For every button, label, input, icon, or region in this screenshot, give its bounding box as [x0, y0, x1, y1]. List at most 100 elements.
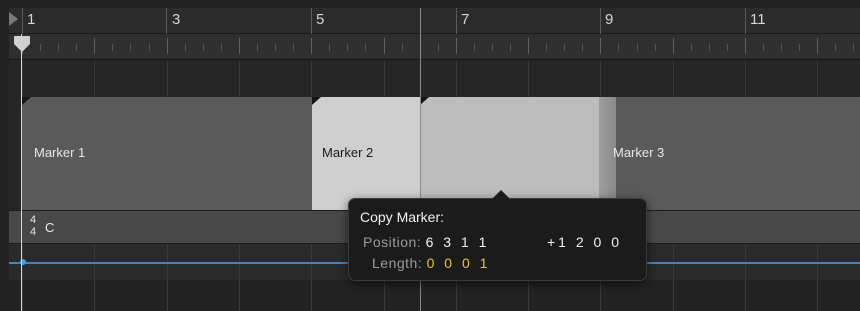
- bar-ruler[interactable]: 1 3 5 7 9 11: [9, 8, 860, 34]
- tooltip-pointer: [492, 190, 510, 199]
- beat-tick: [275, 44, 277, 51]
- beat-tick: [58, 44, 60, 51]
- marker-label: Marker 2: [322, 145, 374, 160]
- grid-line: [455, 60, 457, 97]
- marker-label: Marker 3: [613, 145, 665, 160]
- time-signature[interactable]: 4 4: [28, 214, 38, 238]
- grid-line: [745, 60, 746, 97]
- beat-tick: [112, 44, 114, 51]
- bar-number: 3: [172, 11, 181, 28]
- grid-line: [311, 60, 313, 97]
- tooltip-title: Copy Marker:: [360, 209, 445, 225]
- bar-tick: [94, 38, 96, 54]
- beat-tick: [256, 44, 258, 51]
- beat-tick: [726, 44, 728, 51]
- bar-number: 7: [461, 11, 470, 28]
- time-signature-denominator: 4: [29, 226, 37, 238]
- position-value: 6 3 1 1: [425, 234, 490, 250]
- global-track-empty: [9, 60, 860, 97]
- beat-tick: [130, 44, 132, 51]
- beat-tick: [220, 44, 222, 51]
- bar-tick: [528, 38, 530, 54]
- grid-line: [672, 244, 674, 311]
- beat-ruler[interactable]: [9, 34, 860, 60]
- beat-tick: [202, 44, 204, 51]
- beat-tick: [763, 44, 765, 51]
- grid-line: [94, 60, 96, 97]
- beat-tick: [76, 44, 78, 51]
- beat-tick: [618, 44, 620, 51]
- beat-tick: [40, 44, 42, 51]
- bar-tick: [672, 38, 674, 54]
- beat-tick: [473, 44, 475, 51]
- bar-tick: [383, 38, 385, 54]
- beat-tick: [636, 44, 638, 51]
- beat-tick: [347, 44, 349, 51]
- beat-tick: [148, 44, 150, 51]
- marker-flag-icon: [22, 97, 31, 105]
- beat-tick: [781, 44, 783, 51]
- grid-line: [22, 244, 23, 311]
- position-label: Position:: [363, 234, 422, 250]
- bar-tick: [166, 38, 168, 54]
- bar-tick: [311, 38, 313, 54]
- grid-line: [528, 60, 530, 97]
- bar-tick: [238, 38, 240, 54]
- marker-2-selected[interactable]: Marker 2: [312, 97, 420, 210]
- empty-track-area: [9, 280, 860, 311]
- beat-tick: [329, 44, 331, 51]
- bar-number: 1: [27, 11, 36, 28]
- marker-flag-icon: [312, 97, 321, 105]
- key-signature[interactable]: C: [45, 220, 54, 235]
- grid-line: [817, 60, 819, 97]
- bar-tick: [745, 38, 746, 54]
- offset-value: +1 2 0 0: [547, 234, 622, 250]
- bar-tick: [600, 38, 602, 54]
- time-signature-numerator: 4: [29, 214, 37, 226]
- playhead-line[interactable]: [21, 34, 22, 311]
- grid-line: [745, 244, 746, 311]
- position-row: Position: 6 3 1 1: [363, 234, 489, 250]
- beat-tick: [184, 44, 186, 51]
- grid-line: [22, 60, 23, 97]
- cycle-left-arrow-icon[interactable]: [9, 12, 18, 26]
- beat-tick: [491, 44, 493, 51]
- marker-label: Marker 1: [34, 145, 86, 160]
- marker-flag-icon: [420, 97, 429, 105]
- bar-number: 5: [316, 11, 325, 28]
- beat-tick: [853, 44, 855, 51]
- beat-tick: [510, 44, 512, 51]
- copy-marker-tooltip: Copy Marker: Position: 6 3 1 1 +1 2 0 0 …: [348, 198, 647, 281]
- bar-tick: [817, 38, 819, 54]
- beat-tick: [654, 44, 656, 51]
- grid-line: [238, 60, 240, 97]
- length-value: 0 0 0 1: [426, 255, 491, 271]
- beat-tick: [835, 44, 837, 51]
- beat-tick: [582, 44, 584, 51]
- bar-tick: [455, 38, 457, 54]
- grid-line: [600, 60, 602, 97]
- grid-line: [311, 244, 313, 311]
- grid-line: [166, 60, 168, 97]
- marker-3[interactable]: Marker 3: [613, 97, 860, 210]
- beat-tick: [401, 44, 403, 51]
- length-label: Length:: [372, 255, 423, 271]
- beat-tick: [437, 44, 439, 51]
- beat-tick: [293, 44, 295, 51]
- length-row: Length: 0 0 0 1: [372, 255, 490, 271]
- bar-number: 9: [605, 11, 614, 28]
- marker-1[interactable]: Marker 1: [22, 97, 312, 210]
- marker-track[interactable]: Marker 1 Marker 2 Marker 3: [9, 97, 860, 210]
- grid-line: [817, 244, 819, 311]
- beat-tick: [799, 44, 801, 51]
- beat-tick: [690, 44, 692, 51]
- grid-line: [238, 244, 240, 311]
- beat-tick: [564, 44, 566, 51]
- timeline-ruler[interactable]: 1 3 5 7 9 11: [9, 8, 860, 60]
- grid-line: [166, 244, 168, 311]
- grid-line: [94, 244, 96, 311]
- beat-tick: [546, 44, 548, 51]
- tracks-area: 1 3 5 7 9 11 Marker 1 Marker 2 Marker 3 …: [0, 0, 860, 311]
- playhead-handle-icon[interactable]: [12, 34, 32, 54]
- beat-tick: [708, 44, 710, 51]
